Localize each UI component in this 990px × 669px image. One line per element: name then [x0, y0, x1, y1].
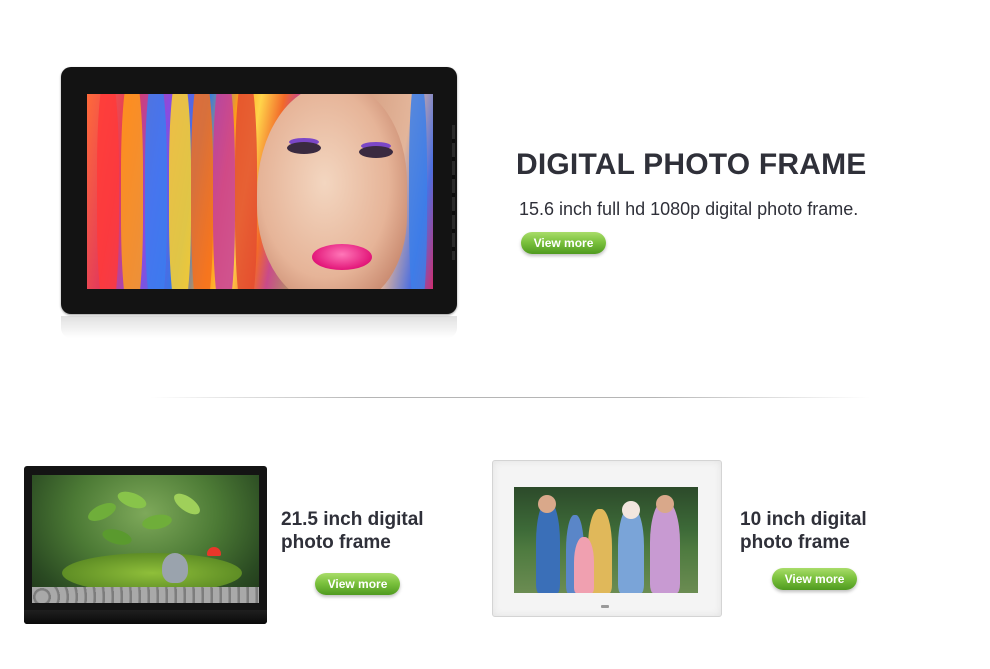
hero-view-more-button[interactable]: View more [521, 232, 606, 254]
product-title-21-inch: 21.5 inch digital photo frame [281, 509, 424, 553]
section-divider [150, 397, 870, 398]
hero-portrait-image [87, 94, 433, 289]
product-title-10-inch: 10 inch digital photo frame [740, 509, 867, 553]
frame-10-inch [492, 460, 722, 617]
side-buttons [452, 125, 455, 260]
hero-description: 15.6 inch full hd 1080p digital photo fr… [519, 199, 859, 219]
hero-title: DIGITAL PHOTO FRAME [516, 148, 867, 181]
frame-21-inch [24, 466, 267, 624]
view-more-button-10-inch[interactable]: View more [772, 568, 857, 590]
frame-base [24, 610, 267, 624]
hero-reflection [61, 316, 457, 338]
view-more-button-21-inch[interactable]: View more [315, 573, 400, 595]
hero-photo-frame [61, 67, 457, 314]
family-photo-image [514, 487, 698, 593]
garden-image [32, 475, 259, 603]
power-indicator [601, 605, 609, 608]
